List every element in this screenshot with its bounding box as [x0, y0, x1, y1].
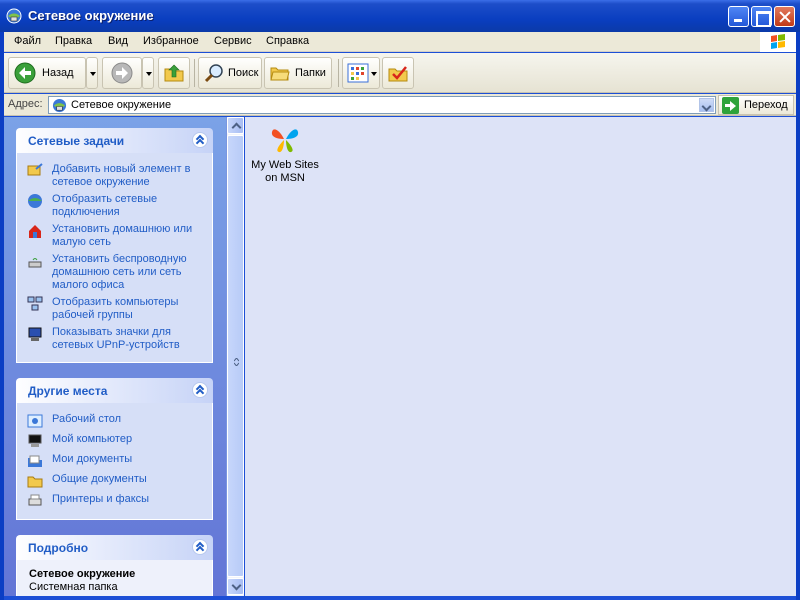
folder-sync-button[interactable] — [382, 57, 414, 89]
back-arrow-icon — [14, 62, 36, 84]
scroll-up-button[interactable] — [227, 117, 244, 134]
folders-button[interactable]: Папки — [264, 57, 332, 89]
folder-up-icon — [164, 64, 184, 82]
details-item-type: Системная папка — [29, 581, 118, 593]
details-panel: Подробно Сетевое окружение Системная пап… — [16, 535, 213, 596]
toolbar-separator — [338, 59, 339, 87]
maximize-button[interactable] — [751, 6, 772, 27]
other-places-panel: Другие места Рабочий стол Мой компьютер … — [16, 378, 213, 520]
wireless-network-icon — [28, 258, 42, 268]
other-places-body: Рабочий стол Мой компьютер Мои документы… — [16, 403, 213, 520]
go-button[interactable]: Переход — [718, 95, 794, 115]
menu-view[interactable]: Вид — [108, 35, 128, 47]
other-places-title: Другие места — [28, 384, 108, 398]
chevron-down-icon — [90, 72, 96, 76]
workgroup-computers-icon — [27, 296, 43, 311]
place-label: Рабочий стол — [52, 413, 122, 425]
address-value: Сетевое окружение — [71, 99, 172, 111]
desktop-icon — [27, 414, 43, 428]
task-label: Установить домашнюю или малую сеть — [52, 223, 193, 248]
explorer-window: Сетевое окружение Файл Правка Вид Избран… — [0, 0, 800, 600]
place-label: Принтеры и факсы — [52, 493, 150, 505]
folders-label: Папки — [295, 67, 326, 79]
views-icon — [347, 63, 369, 83]
back-button[interactable]: Назад — [8, 57, 86, 89]
add-network-place-icon — [27, 163, 43, 176]
forward-button[interactable] — [102, 57, 142, 89]
forward-history-dropdown[interactable] — [142, 57, 154, 89]
printers-faxes-icon — [28, 494, 42, 506]
network-tasks-body: Добавить новый элемент в сетевое окружен… — [16, 153, 213, 363]
file-item-label: My Web Sites on MSN — [251, 159, 319, 184]
msn-butterfly-icon — [271, 129, 299, 153]
chevron-down-icon — [371, 72, 377, 76]
network-places-icon — [6, 8, 22, 24]
views-button[interactable] — [342, 57, 380, 89]
shared-documents-icon — [27, 476, 43, 488]
scroll-thumb[interactable] — [227, 135, 244, 577]
go-arrow-icon — [722, 97, 739, 114]
address-bar: Адрес: Сетевое окружение Переход — [4, 94, 796, 116]
collapse-icon[interactable] — [192, 539, 208, 555]
collapse-icon[interactable] — [192, 382, 208, 398]
task-label: Установить беспроводную домашнюю сеть ил… — [52, 253, 187, 291]
minimize-button[interactable] — [728, 6, 749, 27]
forward-arrow-icon — [111, 62, 133, 84]
details-header[interactable]: Подробно — [16, 535, 213, 560]
place-label: Общие документы — [52, 473, 147, 485]
close-button[interactable] — [774, 6, 795, 27]
menu-file[interactable]: Файл — [14, 35, 41, 47]
network-places-icon — [52, 98, 67, 113]
details-body: Сетевое окружение Системная папка — [16, 560, 213, 596]
menu-bar: Файл Правка Вид Избранное Сервис Справка — [4, 32, 796, 52]
back-label: Назад — [42, 67, 74, 79]
address-label: Адрес: — [8, 98, 43, 110]
my-computer-icon — [28, 434, 42, 447]
upnp-devices-icon — [28, 327, 42, 341]
menu-tools[interactable]: Сервис — [214, 35, 252, 47]
title-bar[interactable]: Сетевое окружение — [0, 0, 800, 32]
search-icon — [204, 64, 223, 83]
network-tasks-header[interactable]: Сетевые задачи — [16, 128, 213, 153]
address-input[interactable]: Сетевое окружение — [48, 96, 716, 114]
task-pane: Сетевые задачи Добавить новый элемент в … — [4, 117, 226, 596]
window-title: Сетевое окружение — [28, 8, 154, 23]
task-label: Отобразить сетевые подключения — [52, 193, 158, 218]
folder-check-icon — [388, 66, 408, 82]
file-item-my-web-sites[interactable]: My Web Sites on MSN — [247, 121, 323, 191]
details-item-name: Сетевое окружение — [29, 568, 136, 580]
menu-help[interactable]: Справка — [266, 35, 309, 47]
network-tasks-panel: Сетевые задачи Добавить новый элемент в … — [16, 128, 213, 363]
folders-icon — [270, 67, 290, 81]
place-label: Мои документы — [52, 453, 133, 465]
my-documents-icon — [28, 455, 42, 467]
task-label: Добавить новый элемент в сетевое окружен… — [52, 163, 191, 188]
up-folder-button[interactable] — [158, 57, 190, 89]
address-dropdown-button[interactable] — [699, 98, 714, 112]
task-label: Показывать значки для сетевых UPnP-устро… — [52, 326, 180, 351]
collapse-icon[interactable] — [192, 132, 208, 148]
other-places-header[interactable]: Другие места — [16, 378, 213, 403]
folder-content[interactable]: My Web Sites on MSN — [245, 117, 796, 596]
task-label: Отобразить компьютеры рабочей группы — [52, 296, 179, 321]
search-label: Поиск — [228, 67, 259, 79]
network-connections-icon — [28, 194, 42, 208]
grip-icon — [234, 358, 239, 366]
home-network-icon — [29, 225, 41, 238]
chevron-down-icon — [146, 72, 152, 76]
menu-favorites[interactable]: Избранное — [143, 35, 199, 47]
toolbar-separator — [194, 59, 195, 87]
task-pane-scrollbar[interactable] — [226, 117, 244, 596]
scroll-down-button[interactable] — [227, 578, 244, 595]
place-label: Мой компьютер — [52, 433, 133, 445]
windows-logo-icon — [760, 32, 796, 52]
go-label: Переход — [744, 99, 788, 111]
search-button[interactable]: Поиск — [198, 57, 262, 89]
window-frame-right — [796, 32, 800, 600]
details-title: Подробно — [28, 541, 89, 555]
menu-edit[interactable]: Правка — [55, 35, 92, 47]
standard-toolbar: Назад Поиск Папки — [4, 53, 796, 93]
network-tasks-title: Сетевые задачи — [28, 134, 125, 148]
back-history-dropdown[interactable] — [86, 57, 98, 89]
